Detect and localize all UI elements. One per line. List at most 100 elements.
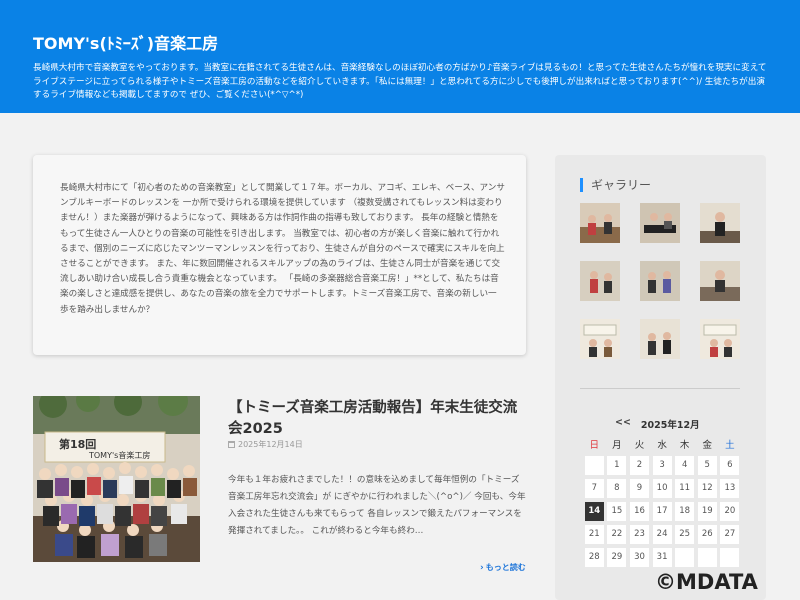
calendar-day[interactable]: 9: [629, 479, 649, 498]
calendar-day[interactable]: 18: [675, 502, 695, 521]
calendar-day-cell: 9: [628, 479, 651, 498]
calendar-day[interactable]: 30: [629, 548, 649, 567]
calendar-day-cell: 5: [696, 456, 719, 475]
calendar-day[interactable]: 12: [697, 479, 717, 498]
calendar-day[interactable]: 1: [607, 456, 627, 475]
weekday-label: 日: [589, 440, 600, 451]
chevron-right-icon: ›: [480, 563, 484, 573]
calendar-day[interactable]: 31: [652, 548, 672, 567]
calendar-day[interactable]: 14: [584, 502, 604, 521]
calendar-day-cell: 31: [651, 548, 674, 567]
gallery-thumb-7[interactable]: [580, 319, 620, 359]
gallery-widget-title: ギャラリー: [580, 178, 651, 192]
post-excerpt: 今年も１年お疲れさまでした！！の意味を込めまして毎年恒例の「トミーズ音楽工房年忘…: [228, 475, 526, 536]
calendar-day-cell: [673, 548, 696, 567]
weekday-label: 火: [634, 440, 645, 451]
calendar-day-cell: 7: [583, 479, 606, 498]
calendar-day[interactable]: 2: [629, 456, 649, 475]
calendar-day[interactable]: 15: [607, 502, 627, 521]
gallery-thumb-6[interactable]: [700, 261, 740, 301]
calendar-empty-day: [584, 456, 604, 475]
thumb-banner-sub: TOMY's音楽工房: [88, 450, 150, 460]
gallery-thumb-3[interactable]: [700, 203, 740, 243]
calendar-day-cell: 3: [651, 456, 674, 475]
weekday-label: 土: [725, 440, 735, 451]
calendar-prev-link[interactable]: <<: [615, 417, 631, 431]
calendar-day[interactable]: 7: [584, 479, 604, 498]
calendar-day[interactable]: 8: [607, 479, 627, 498]
read-more-link[interactable]: › もっと読む: [480, 562, 526, 573]
calendar-day-cell: 10: [651, 479, 674, 498]
calendar-day-cell: 24: [651, 525, 674, 544]
calendar-day[interactable]: 5: [697, 456, 717, 475]
calendar-day[interactable]: 13: [720, 479, 740, 498]
site-title[interactable]: TOMY's(ﾄﾐｰｽﾞ)音楽工房: [33, 30, 218, 54]
post-title[interactable]: 【トミーズ音楽工房活動報告】年末生徒交流会2025: [228, 398, 528, 440]
sidebar-divider: [580, 388, 740, 389]
group-photo-image: 第18回 TOMY's音楽工房: [33, 396, 200, 562]
calendar-day-cell: 29: [606, 548, 629, 567]
calendar-day-cell: 14: [583, 502, 606, 521]
calendar-day-cell: 23: [628, 525, 651, 544]
calendar-day[interactable]: 25: [675, 525, 695, 544]
gallery-thumb-1[interactable]: [580, 203, 620, 243]
calendar-day[interactable]: 21: [584, 525, 604, 544]
post-date-text: 2025年12月14日: [238, 440, 303, 449]
calendar-day[interactable]: 24: [652, 525, 672, 544]
calendar-day-cell: 21: [583, 525, 606, 544]
calendar-day-cell: 18: [673, 502, 696, 521]
gallery-thumb-9[interactable]: [700, 319, 740, 359]
calendar-day[interactable]: 16: [629, 502, 649, 521]
calendar-day[interactable]: 4: [675, 456, 695, 475]
calendar-day-cell: 25: [673, 525, 696, 544]
calendar-day[interactable]: 17: [652, 502, 672, 521]
calendar-empty-day: [697, 548, 717, 567]
calendar-day[interactable]: 22: [607, 525, 627, 544]
post-thumbnail[interactable]: 第18回 TOMY's音楽工房: [33, 396, 200, 562]
calendar-icon: [228, 441, 235, 448]
thumb-banner-text: 第18回: [59, 437, 96, 451]
calendar-day[interactable]: 19: [697, 502, 717, 521]
calendar-day-cell: 8: [606, 479, 629, 498]
calendar-day[interactable]: 29: [607, 548, 627, 567]
weekday-label: 水: [657, 440, 667, 451]
calendar-day[interactable]: 10: [652, 479, 672, 498]
calendar-day-cell: 6: [719, 456, 742, 475]
calendar-week-row: 7 8 9 10 11 12 13: [583, 479, 741, 498]
calendar-day[interactable]: 27: [720, 525, 740, 544]
post-date: 2025年12月14日: [228, 439, 303, 450]
calendar-day[interactable]: 3: [652, 456, 672, 475]
calendar-day-cell: 1: [606, 456, 629, 475]
calendar-day[interactable]: 23: [629, 525, 649, 544]
calendar-day-cell: 2: [628, 456, 651, 475]
calendar-header: << 2025年12月: [615, 417, 700, 431]
calendar-day-cell: 16: [628, 502, 651, 521]
read-more-label: もっと読む: [485, 563, 526, 572]
calendar-week-row: 21 22 23 24 25 26 27: [583, 525, 741, 544]
calendar-week-row: 28 29 30 31: [583, 548, 741, 567]
calendar-day-cell: 15: [606, 502, 629, 521]
calendar-day[interactable]: 28: [584, 548, 604, 567]
calendar-day[interactable]: 20: [720, 502, 740, 521]
intro-text: 長崎県大村市にて「初心者のための音楽教室」として開業して１７年。ボーカル、アコギ…: [60, 183, 505, 315]
calendar-day[interactable]: 6: [720, 456, 740, 475]
gallery-thumb-4[interactable]: [580, 261, 620, 301]
calendar-day-cell: 13: [719, 479, 742, 498]
calendar-weekdays: 日 月 火 水 木 金 土: [583, 437, 741, 451]
gallery-thumb-5[interactable]: [640, 261, 680, 301]
calendar-day-cell: 27: [719, 525, 742, 544]
calendar-day[interactable]: 26: [697, 525, 717, 544]
gallery-thumb-8[interactable]: [640, 319, 680, 359]
calendar-day-cell: 28: [583, 548, 606, 567]
site-header: TOMY's(ﾄﾐｰｽﾞ)音楽工房 長崎県大村市で音楽教室をやっております。当教…: [0, 0, 800, 113]
calendar-day[interactable]: 11: [675, 479, 695, 498]
site-description: 長崎県大村市で音楽教室をやっております。当教室に在籍されてる生徒さんは、音楽経験…: [33, 63, 767, 101]
gallery-thumb-2[interactable]: [640, 203, 680, 243]
watermark: ©MDATA: [655, 570, 758, 594]
intro-card: 長崎県大村市にて「初心者のための音楽教室」として開業して１７年。ボーカル、アコギ…: [33, 155, 526, 355]
calendar-week-row: 123456: [583, 456, 741, 475]
calendar-day-cell: 22: [606, 525, 629, 544]
calendar-day-cell: 26: [696, 525, 719, 544]
calendar-day-cell: 19: [696, 502, 719, 521]
calendar-day-cell: [696, 548, 719, 567]
